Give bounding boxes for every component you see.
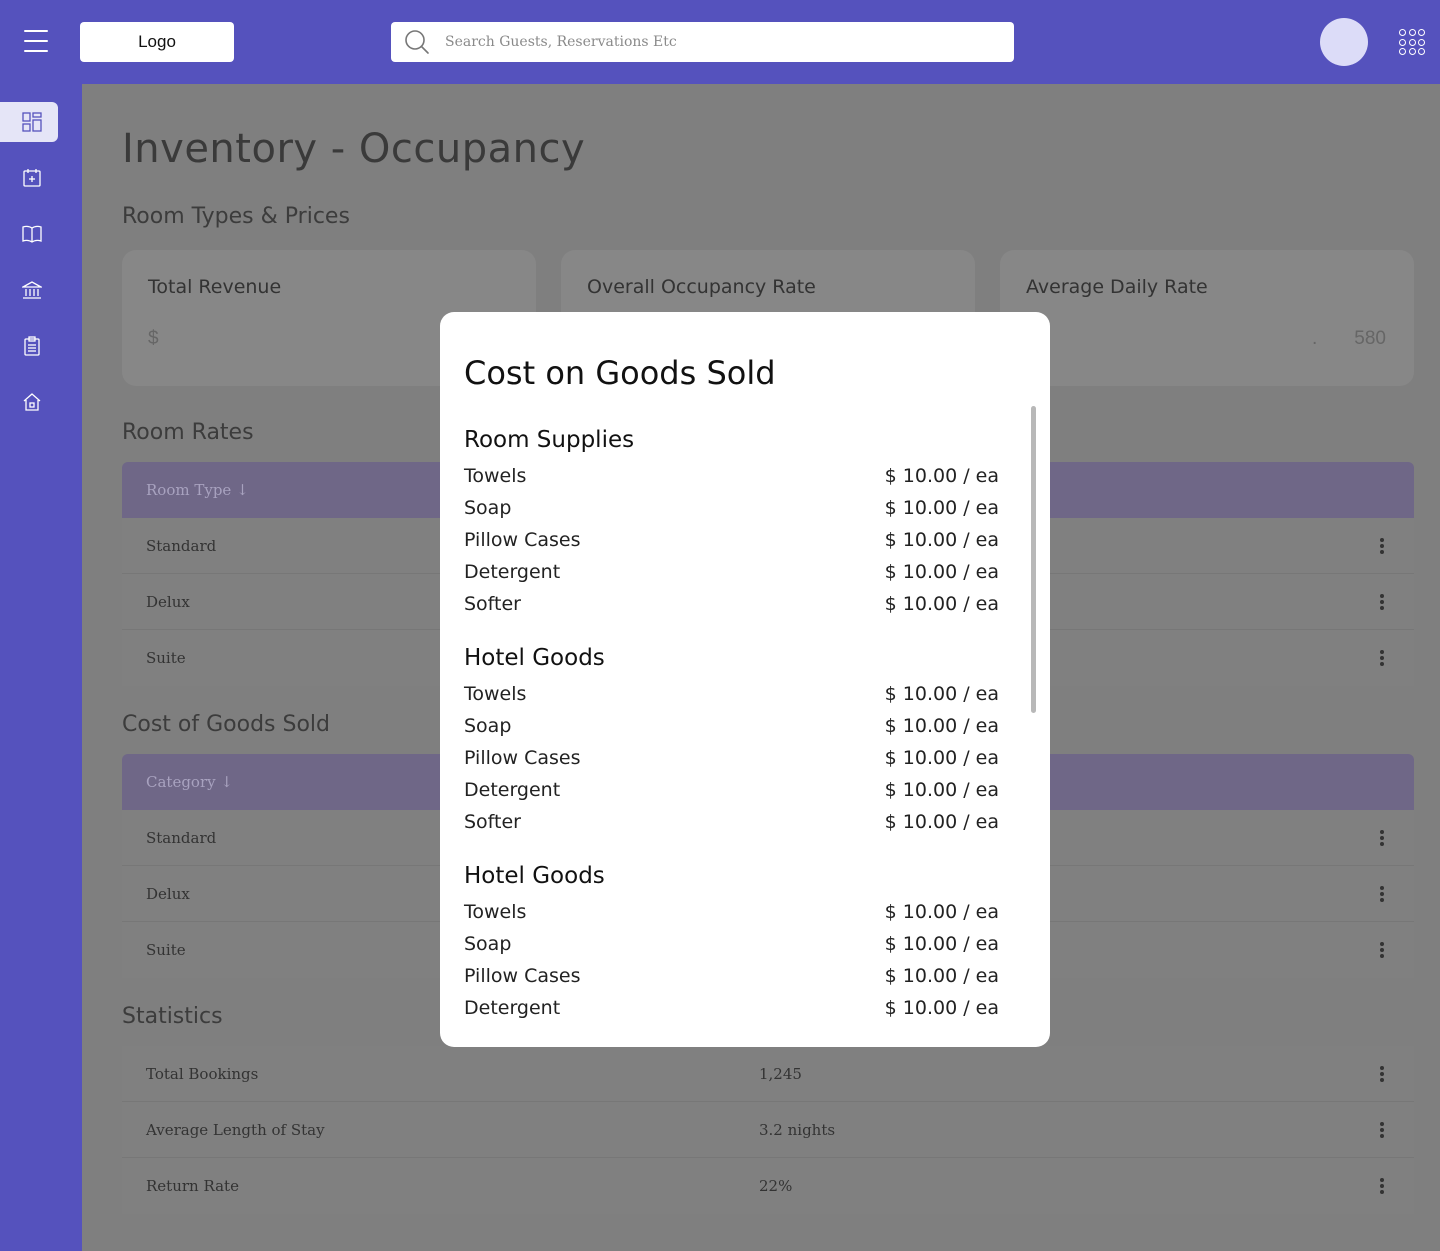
search-bar[interactable] xyxy=(391,22,1014,62)
sidebar-item-clipboard[interactable] xyxy=(0,326,58,366)
stat-value: 3.2 nights xyxy=(759,1121,836,1139)
apps-grid-icon[interactable] xyxy=(1399,29,1425,55)
sort-category-header[interactable]: Category ↓ xyxy=(146,773,233,791)
page-title: Inventory - Occupancy xyxy=(122,126,586,172)
sort-room-type-header[interactable]: Room Type ↓ xyxy=(146,481,249,499)
sidebar-item-book[interactable] xyxy=(0,214,58,254)
list-item: Softer $ 10.00 / ea xyxy=(464,811,999,833)
group-title: Hotel Goods xyxy=(464,645,605,671)
more-options-icon[interactable] xyxy=(1380,650,1384,666)
average-daily-rate-card[interactable]: Average Daily Rate . 580 xyxy=(1000,250,1414,386)
list-item: Detergent $ 10.00 / ea xyxy=(464,997,999,1019)
sidebar xyxy=(0,84,82,1251)
list-item: Soap $ 10.00 / ea xyxy=(464,497,999,519)
list-item: Towels $ 10.00 / ea xyxy=(464,465,999,487)
row-label: Standard xyxy=(146,829,217,847)
list-item: Pillow Cases $ 10.00 / ea xyxy=(464,747,999,769)
top-bar: Logo xyxy=(0,0,1440,84)
statistics-title: Statistics xyxy=(122,1004,223,1029)
clipboard-icon xyxy=(24,336,40,356)
more-options-icon[interactable] xyxy=(1380,594,1384,610)
card-decimal: . xyxy=(1312,328,1318,349)
card-currency: $ xyxy=(148,328,159,349)
calendar-add-icon xyxy=(23,169,41,187)
book-icon xyxy=(22,225,42,243)
table-row[interactable]: Return Rate 22% xyxy=(122,1158,1414,1214)
list-item: Pillow Cases $ 10.00 / ea xyxy=(464,529,999,551)
sidebar-item-bank[interactable] xyxy=(0,270,58,310)
list-item: Towels $ 10.00 / ea xyxy=(464,683,999,705)
more-options-icon[interactable] xyxy=(1380,1066,1384,1082)
cogs-title: Cost of Goods Sold xyxy=(122,712,330,737)
card-label: Total Revenue xyxy=(148,276,282,298)
goods-group: Hotel Goods Towels $ 10.00 / ea Soap $ 10.… xyxy=(464,856,999,1024)
more-options-icon[interactable] xyxy=(1380,538,1384,554)
stat-label: Average Length of Stay xyxy=(146,1121,325,1139)
row-label: Standard xyxy=(146,537,217,555)
list-item: Softer $ 10.00 / ea xyxy=(464,593,999,615)
stat-value: 1,245 xyxy=(759,1065,802,1083)
row-label: Suite xyxy=(146,941,186,959)
more-options-icon[interactable] xyxy=(1380,1122,1384,1138)
sidebar-item-dashboard[interactable] xyxy=(0,102,58,142)
row-label: Suite xyxy=(146,649,186,667)
search-icon xyxy=(405,30,429,54)
avatar[interactable] xyxy=(1320,18,1368,66)
room-rates-title: Room Rates xyxy=(122,420,254,445)
room-types-title: Room Types & Prices xyxy=(122,204,350,229)
group-title: Hotel Goods xyxy=(464,863,605,889)
stat-label: Total Bookings xyxy=(146,1065,259,1083)
list-item: Detergent $ 10.00 / ea xyxy=(464,779,999,801)
group-title: Room Supplies xyxy=(464,427,635,453)
stat-label: Return Rate xyxy=(146,1177,239,1195)
more-options-icon[interactable] xyxy=(1380,830,1384,846)
row-label: Delux xyxy=(146,593,190,611)
sidebar-item-home[interactable] xyxy=(0,382,58,422)
row-label: Delux xyxy=(146,885,190,903)
list-item: Detergent $ 10.00 / ea xyxy=(464,561,999,583)
table-row[interactable]: Total Bookings 1,245 xyxy=(122,1046,1414,1102)
more-options-icon[interactable] xyxy=(1380,886,1384,902)
card-value: 580 xyxy=(1354,328,1386,349)
goods-group: Hotel Goods Towels $ 10.00 / ea Soap $ 10.… xyxy=(464,638,999,838)
bank-icon xyxy=(22,281,42,299)
card-label: Overall Occupancy Rate xyxy=(587,276,816,298)
table-row[interactable]: Average Length of Stay 3.2 nights xyxy=(122,1102,1414,1158)
more-options-icon[interactable] xyxy=(1380,942,1384,958)
stat-value: 22% xyxy=(759,1177,793,1195)
goods-group: Room Supplies Towels $ 10.00 / ea Soap $ 1… xyxy=(464,420,999,620)
card-label: Average Daily Rate xyxy=(1026,276,1208,298)
cost-of-goods-modal: Cost on Goods Sold Room Supplies Towels $… xyxy=(440,312,1050,1047)
more-options-icon[interactable] xyxy=(1380,1178,1384,1194)
search-input[interactable] xyxy=(445,34,965,50)
statistics-table: Total Bookings 1,245 Average Length of S… xyxy=(122,1046,1414,1214)
list-item: Towels $ 10.00 / ea xyxy=(464,901,999,923)
modal-scrollbar[interactable] xyxy=(1031,406,1036,713)
list-item: Soap $ 10.00 / ea xyxy=(464,933,999,955)
logo[interactable]: Logo xyxy=(80,22,234,62)
sidebar-item-calendar[interactable] xyxy=(0,158,58,198)
home-icon xyxy=(23,393,41,411)
list-item: Soap $ 10.00 / ea xyxy=(464,715,999,737)
modal-title: Cost on Goods Sold xyxy=(464,354,776,392)
modal-body: Room Supplies Towels $ 10.00 / ea Soap $ 1… xyxy=(464,420,999,1042)
list-item: Pillow Cases $ 10.00 / ea xyxy=(464,965,999,987)
dashboard-icon xyxy=(22,112,42,132)
menu-icon[interactable] xyxy=(24,30,48,52)
